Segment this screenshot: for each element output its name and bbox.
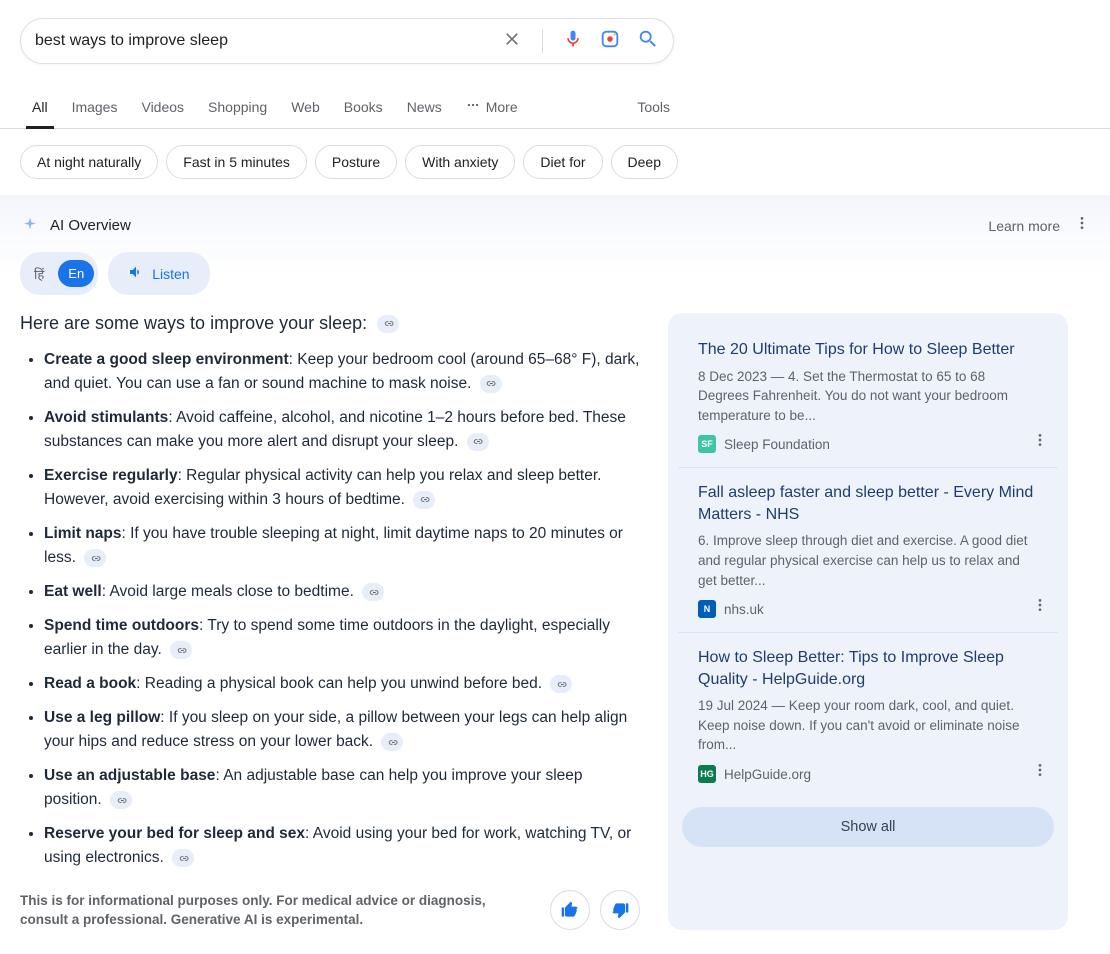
chip[interactable]: Fast in 5 minutes: [166, 145, 307, 179]
favicon: HG: [698, 765, 716, 783]
learn-more-link[interactable]: Learn more: [988, 218, 1060, 234]
tip-item: Eat well: Avoid large meals close to bed…: [44, 580, 640, 604]
chip[interactable]: Posture: [315, 145, 397, 179]
tab-images[interactable]: Images: [60, 87, 130, 128]
listen-button[interactable]: Listen: [108, 252, 209, 295]
source-meta: HGHelpGuide.org: [698, 765, 1038, 783]
disclaimer-text: This is for informational purposes only.…: [20, 891, 520, 930]
speaker-icon: [128, 264, 144, 283]
chip[interactable]: Diet for: [523, 145, 602, 179]
source-meta: Nnhs.uk: [698, 600, 1038, 618]
thumbs-down-button[interactable]: [600, 890, 640, 930]
citation-icon[interactable]: [172, 849, 194, 867]
chip[interactable]: At night naturally: [20, 145, 158, 179]
tools-link[interactable]: Tools: [637, 99, 1090, 115]
source-snippet: 19 Jul 2024 — Keep your room dark, cool,…: [698, 696, 1038, 755]
ai-overview-section: AI Overview Learn more हिं En Listen He: [0, 195, 1110, 954]
tip-item: Use a leg pillow: If you sleep on your s…: [44, 706, 640, 754]
citation-icon[interactable]: [381, 733, 403, 751]
tip-item: Avoid stimulants: Avoid caffeine, alcoho…: [44, 406, 640, 454]
citation-icon[interactable]: [480, 375, 502, 393]
citation-icon[interactable]: [110, 791, 132, 809]
favicon: SF: [698, 435, 716, 453]
source-card[interactable]: Fall asleep faster and sleep better - Ev…: [678, 468, 1058, 633]
source-meta: SFSleep Foundation: [698, 435, 1038, 453]
favicon: N: [698, 600, 716, 618]
language-toggle: हिं En: [20, 252, 98, 295]
overflow-icon[interactable]: [1074, 215, 1090, 236]
tab-web[interactable]: Web: [279, 87, 332, 128]
source-overflow-icon[interactable]: [1032, 762, 1048, 783]
search-bar: [20, 18, 674, 64]
sources-panel: The 20 Ultimate Tips for How to Sleep Be…: [668, 313, 1068, 930]
source-title[interactable]: The 20 Ultimate Tips for How to Sleep Be…: [698, 339, 1038, 361]
tab-shopping[interactable]: Shopping: [196, 87, 279, 128]
citation-icon[interactable]: [362, 583, 384, 601]
citation-icon[interactable]: [84, 549, 106, 567]
tip-item: Spend time outdoors: Try to spend some t…: [44, 614, 640, 662]
lang-hindi[interactable]: हिं: [24, 259, 54, 289]
citation-icon[interactable]: [467, 433, 489, 451]
tip-item: Use an adjustable base: An adjustable ba…: [44, 764, 640, 812]
ai-overview-title: AI Overview: [50, 217, 131, 234]
more-dots-icon: [466, 98, 480, 115]
citation-icon[interactable]: [377, 315, 399, 333]
tip-item: Limit naps: If you have trouble sleeping…: [44, 522, 640, 570]
search-input[interactable]: [35, 32, 502, 50]
tip-item: Read a book: Reading a physical book can…: [44, 672, 640, 696]
source-snippet: 6. Improve sleep through diet and exerci…: [698, 531, 1038, 590]
lang-english[interactable]: En: [58, 260, 94, 287]
tab-news[interactable]: News: [395, 87, 454, 128]
chip[interactable]: With anxiety: [405, 145, 515, 179]
citation-icon[interactable]: [413, 491, 435, 509]
source-title[interactable]: How to Sleep Better: Tips to Improve Sle…: [698, 647, 1038, 690]
clear-icon[interactable]: [502, 29, 522, 54]
source-overflow-icon[interactable]: [1032, 432, 1048, 453]
source-card[interactable]: How to Sleep Better: Tips to Improve Sle…: [678, 633, 1058, 797]
tip-item: Exercise regularly: Regular physical act…: [44, 464, 640, 512]
tab-books[interactable]: Books: [332, 87, 395, 128]
citation-icon[interactable]: [550, 675, 572, 693]
tabs-row: All Images Videos Shopping Web Books New…: [0, 86, 1110, 129]
tab-all[interactable]: All: [20, 87, 60, 128]
source-title[interactable]: Fall asleep faster and sleep better - Ev…: [698, 482, 1038, 525]
mic-icon[interactable]: [563, 29, 583, 54]
tab-videos[interactable]: Videos: [129, 87, 196, 128]
search-icon[interactable]: [637, 28, 659, 55]
sparkle-icon: [20, 216, 40, 236]
thumbs-up-button[interactable]: [550, 890, 590, 930]
tip-item: Create a good sleep environment: Keep yo…: [44, 348, 640, 396]
source-overflow-icon[interactable]: [1032, 597, 1048, 618]
ai-content: Here are some ways to improve your sleep…: [20, 313, 640, 930]
intro-text: Here are some ways to improve your sleep…: [20, 313, 367, 334]
lens-icon[interactable]: [599, 28, 621, 55]
show-all-button[interactable]: Show all: [682, 807, 1054, 847]
tab-more[interactable]: More: [454, 86, 530, 128]
chips-row: At night naturally Fast in 5 minutes Pos…: [0, 129, 1110, 195]
chip[interactable]: Deep: [611, 145, 678, 179]
tip-item: Reserve your bed for sleep and sex: Avoi…: [44, 822, 640, 870]
citation-icon[interactable]: [170, 641, 192, 659]
source-card[interactable]: The 20 Ultimate Tips for How to Sleep Be…: [678, 325, 1058, 468]
source-snippet: 8 Dec 2023 — 4. Set the Thermostat to 65…: [698, 367, 1038, 426]
